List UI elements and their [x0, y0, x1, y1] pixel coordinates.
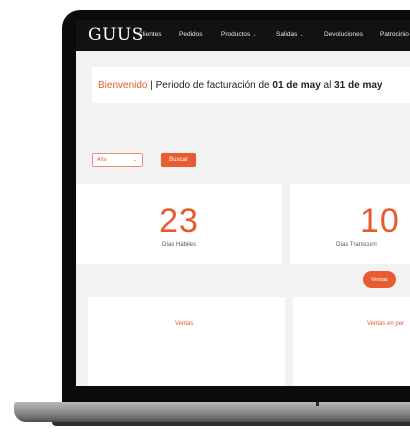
year-select-placeholder: Año [97, 157, 107, 163]
nav-pedidos[interactable]: Pedidos [179, 31, 203, 38]
nav-salidas-label: Salidas [276, 31, 298, 38]
laptop-notch [316, 402, 319, 406]
sales-panel-title: Ventas [175, 321, 194, 327]
elapsed-days-card: 10 Días Transcurri [290, 184, 410, 264]
laptop-base [14, 402, 410, 422]
business-days-value: 23 [159, 202, 199, 240]
elapsed-days-label: Días Transcurri [336, 242, 377, 248]
elapsed-days-value: 10 [360, 202, 400, 240]
sales-panel: Ventas [88, 297, 285, 386]
nav-patrocinio[interactable]: Patrocinio [380, 31, 409, 38]
nav-salidas[interactable]: Salidas ⌄ [276, 31, 304, 38]
billing-period-banner: Bienvenido | Periodo de facturación de 0… [92, 67, 410, 103]
laptop-base-foot [52, 422, 410, 426]
year-select[interactable]: Año ⌄ [92, 153, 143, 167]
nav-productos-label: Productos [221, 31, 251, 38]
sales-by-panel: Ventas en per [293, 297, 410, 386]
period-connector: al [320, 79, 335, 91]
nav-clientes[interactable]: Clientes [138, 31, 161, 38]
period-prefix: | Periodo de facturación de [150, 79, 273, 91]
top-navbar: GUUS Clientes Pedidos Productos ⌄ Salidas… [76, 20, 410, 51]
nav-devoluciones[interactable]: Devoluciones [324, 31, 363, 38]
billing-period-text: Bienvenido | Periodo de facturación de 0… [98, 80, 382, 91]
period-start: 01 de may [272, 79, 321, 91]
chevron-down-icon: ⌄ [299, 32, 304, 38]
chevron-down-icon: ⌄ [132, 157, 137, 163]
laptop-screen: GUUS Clientes Pedidos Productos ⌄ Salidas… [76, 20, 410, 386]
sales-button[interactable]: Ventas [363, 271, 396, 288]
chevron-down-icon: ⌄ [252, 32, 257, 38]
brand-logo[interactable]: GUUS [88, 25, 144, 45]
business-days-card: 23 Días Hábiles [76, 184, 282, 264]
welcome-greeting: Bienvenido [98, 79, 148, 91]
sales-by-panel-title: Ventas en per [367, 321, 405, 327]
nav-productos[interactable]: Productos ⌄ [221, 31, 256, 38]
business-days-label: Días Hábiles [161, 242, 196, 248]
search-button[interactable]: Buscar [161, 153, 196, 167]
period-end: 31 de may [334, 79, 383, 91]
